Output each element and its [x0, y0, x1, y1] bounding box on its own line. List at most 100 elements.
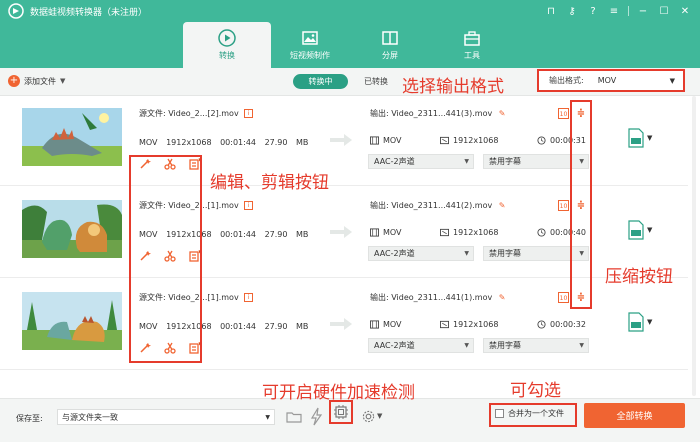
output-duration: 00:00:32: [550, 320, 586, 329]
video-thumbnail[interactable]: [22, 292, 122, 350]
subtitle-value: 禁用字幕: [489, 157, 521, 166]
source-resolution: 1912x1068: [166, 138, 212, 147]
audio-track-value: AAC-2声道: [374, 157, 415, 166]
clock-icon: [537, 320, 546, 329]
info-icon[interactable]: i: [244, 293, 254, 302]
format-file-icon[interactable]: [628, 128, 644, 148]
save-to-select[interactable]: 与源文件夹一致 ▼: [57, 409, 275, 425]
edit-tools-highlight: [129, 155, 202, 363]
save-to-value: 与源文件夹一致: [62, 412, 118, 422]
subtitle-select[interactable]: 禁用字幕 ▼: [483, 338, 589, 353]
add-file-button[interactable]: + 添加文件 ▼: [8, 75, 65, 87]
chevron-down-icon: ▼: [265, 413, 270, 421]
clock-icon: [537, 228, 546, 237]
output-format-info: MOV: [370, 136, 402, 145]
film-icon: [370, 136, 379, 145]
chevron-down-icon[interactable]: ▼: [647, 226, 652, 234]
maximize-icon[interactable]: ☐: [657, 4, 671, 18]
merge-label: 合并为一个文件: [508, 409, 564, 418]
output-prefix: 输出:: [370, 201, 389, 210]
edit-name-icon[interactable]: ✎: [499, 109, 506, 118]
merge-checkbox[interactable]: [495, 409, 504, 418]
output-format-info: MOV: [370, 228, 402, 237]
output-duration-info: 00:00:32: [537, 320, 586, 329]
output-format: MOV: [383, 228, 402, 237]
settings-chip-icon[interactable]: 10: [558, 292, 569, 303]
chevron-down-icon: ▼: [377, 412, 383, 420]
compress-highlight: [570, 100, 592, 309]
subtitle-value: 禁用字幕: [489, 249, 521, 258]
annotation-hw-accel: 可开启硬件加速检测: [262, 383, 415, 403]
format-file-icon[interactable]: [628, 220, 644, 240]
output-prefix: 输出:: [370, 109, 389, 118]
help-icon[interactable]: ?: [586, 4, 600, 18]
source-size: 27.90 MB: [264, 138, 309, 147]
output-file-label: 输出: Video_2311...441(1).mov ✎: [370, 292, 505, 303]
edit-name-icon[interactable]: ✎: [499, 201, 506, 210]
settings-chip-icon[interactable]: 10: [558, 200, 569, 211]
minimize-icon[interactable]: −: [636, 4, 650, 18]
format-file-icon[interactable]: [628, 312, 644, 332]
output-file-name: Video_2311...441(1).mov: [391, 293, 493, 302]
close-icon[interactable]: ✕: [678, 4, 692, 18]
chevron-down-icon[interactable]: ▼: [60, 77, 65, 85]
merge-option[interactable]: 合并为一个文件: [495, 408, 564, 419]
output-format-value: MOV: [597, 76, 617, 85]
output-file-label: 输出: Video_2311...441(2).mov ✎: [370, 200, 505, 211]
tab-converting[interactable]: 转换中: [293, 74, 348, 89]
tab-convert[interactable]: 转换: [183, 22, 271, 68]
audio-track-select[interactable]: AAC-2声道 ▼: [368, 246, 474, 261]
video-thumbnail[interactable]: [22, 108, 122, 166]
cart-icon[interactable]: ⊓: [544, 4, 558, 18]
arrow-right-icon: [330, 134, 352, 146]
hardware-acceleration-icon[interactable]: [333, 404, 349, 420]
settings-button[interactable]: ▼: [362, 407, 390, 425]
main-nav: 转换 短视频制作 分屏 工具: [0, 22, 700, 68]
menu-icon[interactable]: ≡: [607, 4, 621, 18]
chevron-down-icon[interactable]: ▼: [647, 134, 652, 142]
output-resolution-info: 1912x1068: [440, 136, 498, 145]
audio-track-select[interactable]: AAC-2声道 ▼: [368, 154, 474, 169]
info-icon[interactable]: i: [244, 109, 254, 118]
window-controls: ⊓ ⚷ ? ≡ − ☐ ✕: [544, 4, 692, 18]
source-file-label: 源文件: Video_2...[2].mov i: [139, 108, 254, 119]
output-file-label: 输出: Video_2311...441(3).mov ✎: [370, 108, 505, 119]
tab-converted[interactable]: 已转换: [364, 76, 388, 87]
info-icon[interactable]: i: [244, 201, 254, 210]
edit-name-icon[interactable]: ✎: [499, 293, 506, 302]
convert-all-button[interactable]: 全部转换: [584, 403, 685, 428]
toolbox-icon: [464, 31, 480, 46]
folder-icon[interactable]: [286, 409, 302, 425]
video-thumbnail[interactable]: [22, 200, 122, 258]
output-resolution-info: 1912x1068: [440, 228, 498, 237]
film-icon: [370, 320, 379, 329]
settings-chip-icon[interactable]: 10: [558, 108, 569, 119]
resolution-icon: [440, 136, 449, 145]
app-logo-icon: [8, 3, 24, 19]
tab-label: 工具: [464, 51, 480, 60]
gear-icon: [362, 410, 375, 422]
tab-tools[interactable]: 工具: [428, 22, 516, 68]
tab-split-screen[interactable]: 分屏: [346, 22, 434, 68]
source-meta: MOV 1912x1068 00:01:44 27.90 MB: [139, 138, 308, 147]
annotation-edit-cut: 编辑、剪辑按钮: [210, 173, 329, 193]
convert-icon: [218, 29, 236, 47]
tab-short-video[interactable]: 短视频制作: [266, 22, 354, 68]
chevron-down-icon[interactable]: ▼: [647, 318, 652, 326]
output-format-label: 输出格式:: [549, 76, 584, 85]
output-format-select[interactable]: 输出格式: MOV ▼: [543, 74, 679, 87]
audio-track-value: AAC-2声道: [374, 341, 415, 350]
scrollbar[interactable]: [690, 96, 698, 396]
svg-text:10: 10: [560, 203, 568, 210]
chevron-down-icon: ▼: [464, 250, 469, 257]
tab-label: 分屏: [382, 51, 398, 60]
film-icon: [370, 228, 379, 237]
source-duration: 00:01:44: [220, 230, 257, 239]
save-to-label: 保存至:: [16, 414, 43, 423]
key-icon[interactable]: ⚷: [565, 4, 579, 18]
tab-label: 转换: [219, 51, 235, 60]
output-format-info: MOV: [370, 320, 402, 329]
output-resolution: 1912x1068: [453, 228, 499, 237]
audio-track-select[interactable]: AAC-2声道 ▼: [368, 338, 474, 353]
lightning-icon[interactable]: [308, 407, 326, 427]
